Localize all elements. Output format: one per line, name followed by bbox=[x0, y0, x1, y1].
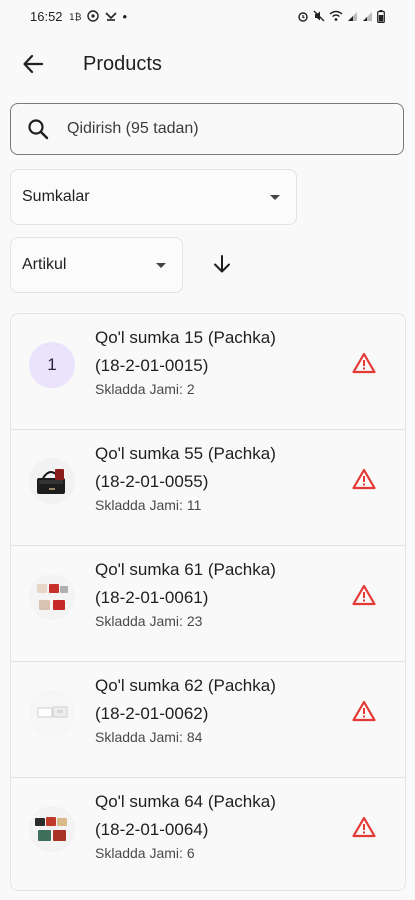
list-item[interactable]: 1 Qo'l sumka 15 (Pachka) (18-2-01-0015) … bbox=[11, 314, 405, 430]
sort-direction-button[interactable] bbox=[202, 244, 242, 284]
product-code: (18-2-01-0015) bbox=[95, 356, 209, 375]
product-title: Qo'l sumka 15 (Pachka) (18-2-01-0015) bbox=[95, 324, 325, 380]
wifi-icon bbox=[329, 10, 343, 22]
product-stock: Skladda Jami: 11 bbox=[95, 497, 202, 513]
signal-icon bbox=[347, 10, 358, 22]
category-dropdown[interactable]: Sumkalar bbox=[10, 169, 297, 225]
product-name: Qo'l sumka 61 (Pachka) bbox=[95, 560, 276, 579]
product-title: Qo'l sumka 64 (Pachka) (18-2-01-0064) bbox=[95, 788, 325, 844]
product-thumbnail bbox=[29, 690, 75, 736]
status-left: 16:52 1₿ • bbox=[30, 9, 127, 24]
warning-icon[interactable] bbox=[351, 582, 377, 608]
warning-icon[interactable] bbox=[351, 814, 377, 840]
product-stock: Skladda Jami: 84 bbox=[95, 729, 203, 745]
svg-text:1₿: 1₿ bbox=[69, 12, 81, 22]
list-item[interactable]: Qo'l sumka 64 (Pachka) (18-2-01-0064) Sk… bbox=[11, 778, 405, 890]
data-saver-icon: 1₿ bbox=[69, 10, 81, 22]
product-code: (18-2-01-0055) bbox=[95, 472, 209, 491]
product-stock: Skladda Jami: 2 bbox=[95, 381, 195, 397]
product-code: (18-2-01-0061) bbox=[95, 588, 209, 607]
list-item[interactable]: Qo'l sumka 61 (Pachka) (18-2-01-0061) Sk… bbox=[11, 546, 405, 662]
product-stock: Skladda Jami: 23 bbox=[95, 613, 203, 629]
back-button[interactable] bbox=[9, 40, 57, 88]
search-icon bbox=[27, 118, 49, 140]
missed-call-icon bbox=[104, 10, 117, 22]
arrow-down-icon bbox=[214, 255, 230, 273]
product-thumbnail bbox=[29, 806, 75, 852]
product-name: Qo'l sumka 64 (Pachka) bbox=[95, 792, 276, 811]
product-code: (18-2-01-0062) bbox=[95, 704, 209, 723]
product-name: Qo'l sumka 62 (Pachka) bbox=[95, 676, 276, 695]
status-bar: 16:52 1₿ • bbox=[0, 0, 415, 32]
caret-down-icon bbox=[156, 262, 166, 268]
caret-down-icon bbox=[270, 194, 280, 200]
product-thumbnail bbox=[29, 574, 75, 620]
product-name: Qo'l sumka 55 (Pachka) bbox=[95, 444, 276, 463]
list-item[interactable]: Qo'l sumka 55 (Pachka) (18-2-01-0055) Sk… bbox=[11, 430, 405, 546]
product-code: (18-2-01-0064) bbox=[95, 820, 209, 839]
app-bar: Products bbox=[0, 40, 415, 88]
sort-selected: Artikul bbox=[22, 256, 67, 273]
battery-icon bbox=[377, 9, 385, 23]
mute-icon bbox=[313, 10, 325, 22]
product-stock: Skladda Jami: 6 bbox=[95, 845, 195, 861]
product-thumbnail bbox=[29, 458, 75, 504]
arrow-left-icon bbox=[23, 54, 44, 74]
product-list: 1 Qo'l sumka 15 (Pachka) (18-2-01-0015) … bbox=[10, 313, 406, 891]
warning-icon[interactable] bbox=[351, 466, 377, 492]
avatar-letter: 1 bbox=[47, 355, 57, 374]
product-title: Qo'l sumka 61 (Pachka) (18-2-01-0061) bbox=[95, 556, 325, 612]
vpn-icon bbox=[86, 10, 99, 22]
product-title: Qo'l sumka 55 (Pachka) (18-2-01-0055) bbox=[95, 440, 325, 496]
page-title: Products bbox=[83, 52, 162, 75]
search-bar[interactable] bbox=[10, 103, 404, 155]
search-input[interactable] bbox=[65, 119, 369, 139]
signal-icon-2 bbox=[362, 10, 373, 22]
warning-icon[interactable] bbox=[351, 350, 377, 376]
list-item[interactable]: Qo'l sumka 62 (Pachka) (18-2-01-0062) Sk… bbox=[11, 662, 405, 778]
status-dot: • bbox=[122, 8, 128, 24]
sort-dropdown[interactable]: Artikul bbox=[10, 237, 183, 293]
product-title: Qo'l sumka 62 (Pachka) (18-2-01-0062) bbox=[95, 672, 325, 728]
category-selected: Sumkalar bbox=[22, 188, 90, 205]
alarm-icon bbox=[297, 10, 309, 22]
warning-icon[interactable] bbox=[351, 698, 377, 724]
avatar: 1 bbox=[29, 342, 75, 388]
product-name: Qo'l sumka 15 (Pachka) bbox=[95, 328, 276, 347]
status-time: 16:52 bbox=[30, 8, 63, 24]
status-right bbox=[297, 9, 385, 23]
